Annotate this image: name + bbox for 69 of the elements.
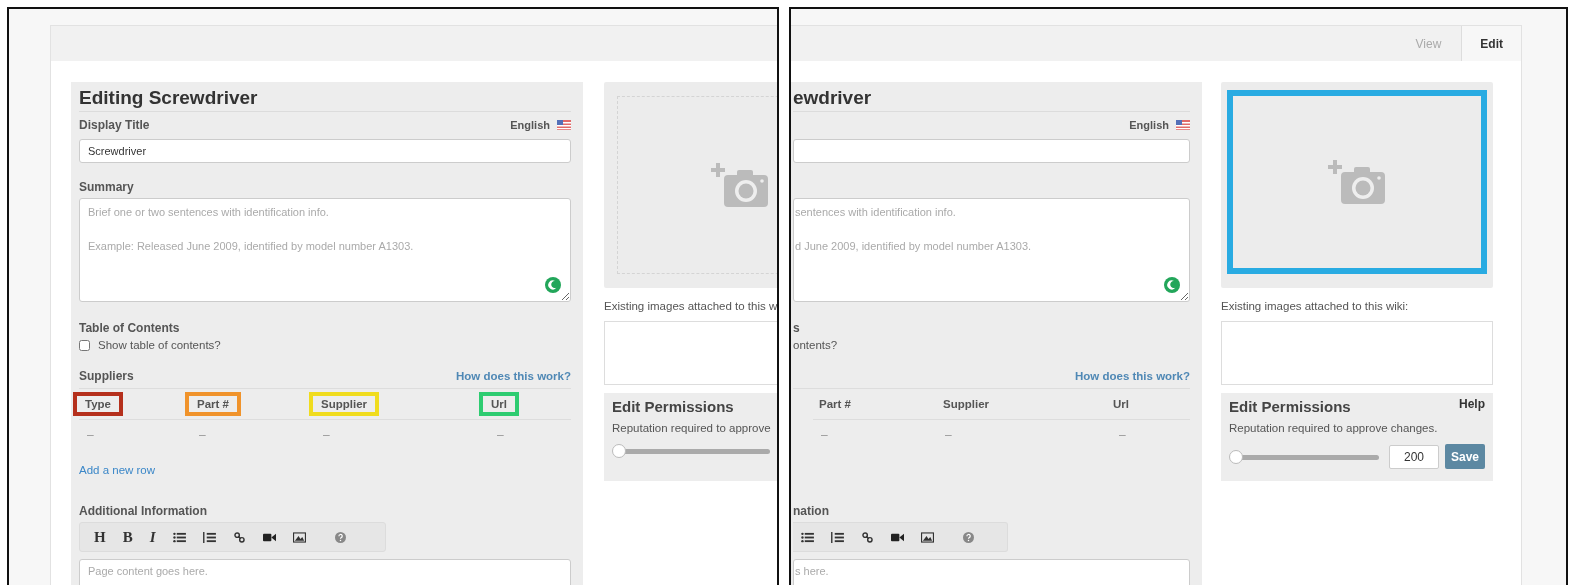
slider-thumb[interactable]	[1229, 449, 1243, 464]
column-header: Supplier	[942, 397, 990, 412]
reputation-text: Reputation required to approve	[612, 422, 772, 434]
title-field[interactable]	[793, 139, 1190, 163]
section-label: s	[793, 320, 801, 336]
format-button[interactable]: B	[122, 528, 133, 546]
summary-field[interactable]: Brief one or two sentences with identification info. Example: Released June 2009, identified by model number A1303.	[79, 198, 571, 302]
content-field[interactable]: Page content goes here.	[79, 559, 571, 585]
section-label: Suppliers	[79, 368, 134, 384]
section-label: nation	[793, 503, 830, 519]
toc-checkbox[interactable]	[79, 339, 90, 351]
checkbox-label: Show table of contents?	[98, 339, 221, 351]
column-header: Part #	[818, 397, 852, 412]
table-cell: –	[323, 428, 330, 442]
table-cell: –	[821, 428, 828, 442]
table-cell: –	[1119, 428, 1126, 442]
help-icon[interactable]	[963, 531, 974, 543]
existing-images-label: Existing images attached to this w	[604, 300, 777, 314]
column-header: Type	[73, 392, 123, 416]
field-label: Summary	[79, 179, 135, 195]
table-cell: –	[945, 428, 952, 442]
flag-icon	[557, 120, 571, 130]
reputation-field[interactable]: 200	[1388, 444, 1439, 469]
numbered-list-icon[interactable]	[831, 531, 844, 543]
column-header: Part #	[185, 392, 241, 416]
image-icon[interactable]	[292, 531, 306, 543]
bullet-list-icon[interactable]	[172, 531, 186, 543]
page-tab[interactable]: Edit	[1461, 26, 1521, 61]
reputation-text: Reputation required to approve changes.	[1229, 422, 1439, 434]
link-icon[interactable]	[232, 531, 246, 543]
add-photo-icon	[1327, 158, 1387, 206]
help-icon[interactable]	[334, 531, 346, 543]
panel-title: Edit Permissions	[612, 397, 734, 417]
section-label: Table of Contents	[79, 320, 181, 336]
video-camera-icon[interactable]	[891, 531, 904, 543]
add-photo-icon	[710, 161, 770, 209]
table-cell: –	[199, 428, 206, 442]
video-camera-icon[interactable]	[262, 531, 276, 543]
numbered-list-icon[interactable]	[202, 531, 216, 543]
existing-images-label: Existing images attached to this wiki:	[1221, 300, 1410, 314]
column-header: Url	[479, 392, 519, 416]
language-label: English	[1129, 119, 1169, 131]
crescent-badge-icon	[545, 277, 561, 293]
slider-thumb[interactable]	[612, 444, 626, 458]
page-heading: Editing Screwdriver	[79, 86, 571, 112]
reputation-slider[interactable]	[612, 444, 770, 458]
save-button[interactable]: Save	[1444, 444, 1485, 469]
panel-title: Edit Permissions	[1229, 397, 1351, 417]
crescent-badge-icon	[1164, 277, 1180, 293]
link-icon[interactable]	[861, 531, 874, 543]
table-cell: –	[87, 428, 94, 442]
title-field[interactable]: Screwdriver	[79, 139, 571, 163]
column-header: Supplier	[309, 392, 379, 416]
summary-field[interactable]: sentences with identification info. d June 2009, identified by model number A1303.	[793, 198, 1190, 302]
table-cell: –	[497, 428, 504, 442]
section-label: Additional Information	[79, 503, 208, 519]
checkbox-label: ontents?	[793, 339, 838, 351]
help-link[interactable]: Help	[1459, 397, 1485, 411]
page-heading: ewdriver	[793, 86, 1190, 112]
image-icon[interactable]	[921, 531, 934, 543]
flag-icon	[1176, 120, 1190, 130]
format-button[interactable]: H	[94, 528, 106, 546]
reputation-slider[interactable]	[1229, 449, 1379, 464]
bullet-list-icon[interactable]	[801, 531, 814, 543]
field-label: Display Title	[79, 117, 150, 133]
language-label: English	[510, 119, 550, 131]
format-button[interactable]: I	[149, 528, 156, 546]
content-field[interactable]: s here.	[793, 559, 1190, 585]
column-header: Url	[1112, 397, 1130, 412]
